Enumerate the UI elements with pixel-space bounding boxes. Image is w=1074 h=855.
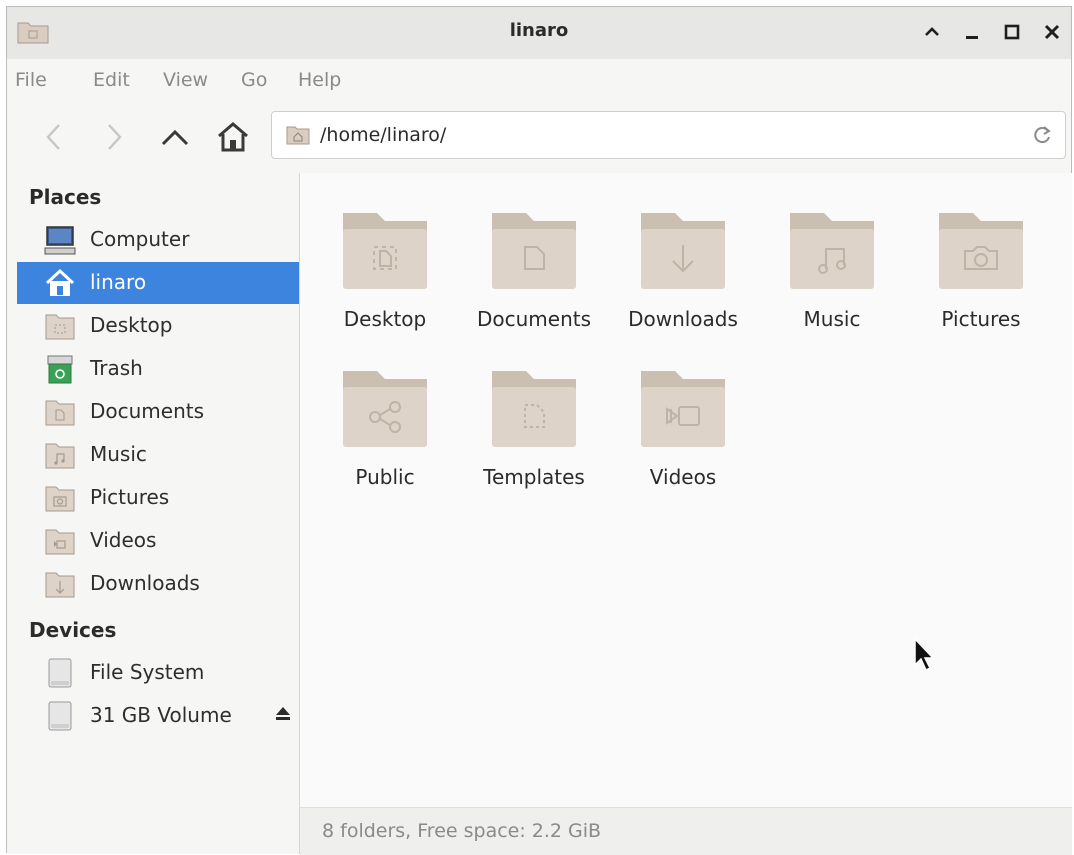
menu-go[interactable]: Go <box>241 69 267 91</box>
sidebar-item-label: Music <box>90 442 147 466</box>
status-bar: 8 folders, Free space: 2.2 GiB <box>300 807 1072 855</box>
desktop-folder-icon <box>343 213 427 289</box>
mouse-pointer-icon <box>914 637 935 672</box>
minimize-button[interactable] <box>959 19 985 45</box>
pictures-folder-icon <box>45 486 75 512</box>
devices-header: Devices <box>29 618 117 642</box>
folder-label: Desktop <box>343 307 427 331</box>
menu-file[interactable]: File <box>15 69 47 91</box>
sidebar: Places Computer linaro Desktop Trash Doc… <box>7 173 300 854</box>
sidebar-item-pictures[interactable]: Pictures <box>17 477 299 519</box>
sidebar-item-linaro[interactable]: linaro <box>17 262 299 304</box>
chevron-up-icon <box>161 129 189 146</box>
home-button[interactable] <box>213 117 253 157</box>
music-folder-icon <box>45 443 75 469</box>
folder-pictures[interactable]: Pictures <box>909 187 1053 331</box>
computer-icon <box>44 226 76 255</box>
sidebar-item-label: linaro <box>90 270 147 294</box>
back-button[interactable] <box>35 117 75 157</box>
sidebar-item-label: Downloads <box>90 571 200 595</box>
folder-label: Pictures <box>941 307 1021 331</box>
menu-bar: File Edit View Go Help <box>7 59 1071 102</box>
toolbar: /home/linaro/ <box>7 101 1071 174</box>
file-view[interactable]: Desktop Documents Downloads Music Pictur… <box>300 173 1072 807</box>
title-bar[interactable]: linaro <box>7 7 1071 60</box>
eject-icon[interactable] <box>273 704 293 724</box>
sidebar-item-trash[interactable]: Trash <box>17 348 299 390</box>
sidebar-item-label: Desktop <box>90 313 173 337</box>
downloads-folder-icon <box>45 572 75 598</box>
sidebar-item-label: 31 GB Volume <box>90 703 232 727</box>
chevron-up-icon <box>925 27 939 36</box>
folder-videos[interactable]: Videos <box>611 345 755 489</box>
shade-button[interactable] <box>919 19 945 45</box>
close-button[interactable] <box>1039 19 1065 45</box>
chevron-left-icon <box>46 124 60 150</box>
status-text: 8 folders, Free space: 2.2 GiB <box>322 820 602 842</box>
window-title: linaro <box>509 20 569 41</box>
folder-templates[interactable]: Templates <box>462 345 606 489</box>
sidebar-item-file-system[interactable]: File System <box>17 652 299 694</box>
folder-label: Videos <box>649 465 717 489</box>
reload-button[interactable] <box>1029 122 1055 148</box>
videos-folder-icon <box>45 529 75 555</box>
folder-downloads[interactable]: Downloads <box>611 187 755 331</box>
sidebar-item-label: Videos <box>90 528 157 552</box>
public-folder-icon <box>343 371 427 447</box>
folder-label: Music <box>803 307 861 331</box>
music-folder-icon <box>790 213 874 289</box>
pictures-folder-icon <box>939 213 1023 289</box>
drive-icon <box>48 701 72 731</box>
minimize-icon <box>966 36 978 39</box>
file-manager-window: linaro File Edit View Go Help /home/lina… <box>6 6 1072 855</box>
home-icon <box>45 268 75 296</box>
places-header: Places <box>29 185 102 209</box>
sidebar-item-label: File System <box>90 660 205 684</box>
maximize-button[interactable] <box>999 19 1025 45</box>
sidebar-item-label: Pictures <box>90 485 170 509</box>
location-bar[interactable]: /home/linaro/ <box>271 111 1066 159</box>
parent-folder-button[interactable] <box>155 117 195 157</box>
downloads-folder-icon <box>641 213 725 289</box>
sidebar-item-music[interactable]: Music <box>17 434 299 476</box>
documents-folder-icon <box>492 213 576 289</box>
folder-label: Templates <box>483 465 585 489</box>
folder-label: Public <box>355 465 415 489</box>
home-folder-icon <box>286 126 310 145</box>
sidebar-item-label: Trash <box>90 356 143 380</box>
folder-desktop[interactable]: Desktop <box>313 187 457 331</box>
videos-folder-icon <box>641 371 725 447</box>
home-icon <box>218 122 248 152</box>
folder-label: Downloads <box>628 307 738 331</box>
drive-icon <box>48 658 72 688</box>
sidebar-item-label: Documents <box>90 399 205 423</box>
maximize-icon <box>1004 24 1020 40</box>
folder-documents[interactable]: Documents <box>462 187 606 331</box>
templates-folder-icon <box>492 371 576 447</box>
sidebar-item-downloads[interactable]: Downloads <box>17 563 299 605</box>
sidebar-item-volume[interactable]: 31 GB Volume <box>17 695 299 737</box>
close-icon <box>1044 24 1060 40</box>
folder-public[interactable]: Public <box>313 345 457 489</box>
menu-view[interactable]: View <box>163 69 208 91</box>
reload-icon <box>1034 126 1051 144</box>
folder-music[interactable]: Music <box>760 187 904 331</box>
menu-help[interactable]: Help <box>298 69 341 91</box>
desktop-folder-icon <box>45 314 75 340</box>
location-path[interactable]: /home/linaro/ <box>320 124 446 146</box>
forward-button[interactable] <box>93 117 133 157</box>
chevron-right-icon <box>108 124 122 150</box>
documents-folder-icon <box>45 400 75 426</box>
trash-icon <box>47 355 73 384</box>
sidebar-item-computer[interactable]: Computer <box>17 219 299 261</box>
sidebar-item-videos[interactable]: Videos <box>17 520 299 562</box>
folder-label: Documents <box>476 307 592 331</box>
menu-edit[interactable]: Edit <box>93 69 130 91</box>
sidebar-item-desktop[interactable]: Desktop <box>17 305 299 347</box>
sidebar-item-documents[interactable]: Documents <box>17 391 299 433</box>
sidebar-item-label: Computer <box>90 227 190 251</box>
